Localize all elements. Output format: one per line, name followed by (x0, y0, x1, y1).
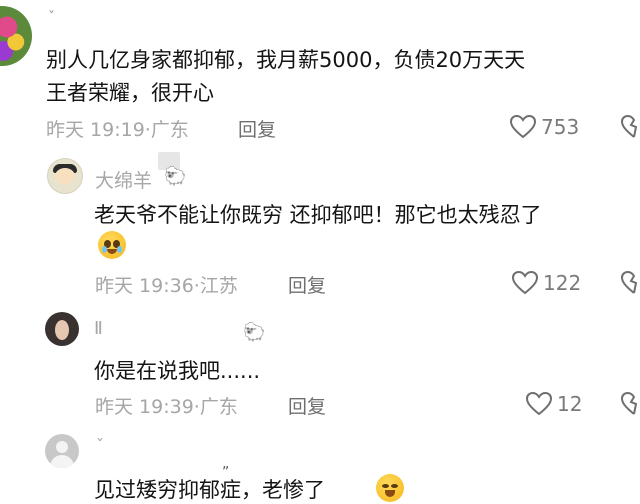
avatar[interactable] (0, 6, 32, 66)
comment-meta: 昨天 19:36·江苏 (95, 271, 238, 298)
avatar[interactable] (45, 312, 79, 346)
like-count: 12 (557, 392, 583, 416)
username[interactable]: 大绵羊 (95, 166, 152, 193)
location: 广东 (199, 396, 238, 418)
heart-outline-icon[interactable] (525, 391, 553, 416)
quote-marks: „ (222, 456, 230, 472)
broken-heart-icon[interactable] (620, 391, 640, 416)
comment-text: 你是在说我吧...... (94, 359, 261, 383)
comment-meta: 昨天 19:39·广东 (95, 392, 238, 419)
comment-text: 别人几亿身家都抑郁，我月薪5000，负债20万天天 (46, 48, 526, 72)
avatar[interactable] (45, 434, 79, 468)
timestamp: 昨天 19:39 (95, 396, 194, 418)
username-partial: ˇ (48, 10, 55, 26)
like-count: 122 (543, 271, 582, 295)
comment-text: 老天爷不能让你既穷 还抑郁吧！那它也太残忍了 (94, 203, 542, 227)
heart-outline-icon[interactable] (511, 270, 539, 295)
sheep-emoji: 🐑 (243, 322, 266, 343)
heart-outline-icon[interactable] (509, 114, 537, 139)
timestamp: 昨天 19:36 (95, 275, 194, 297)
location: 广东 (150, 119, 189, 141)
pleading-face-emoji (98, 231, 126, 259)
comment-text: 见过矮穷抑郁症，老惨了 (94, 478, 325, 502)
reply-button[interactable]: 回复 (288, 392, 326, 419)
broken-heart-icon[interactable] (620, 270, 640, 295)
username-partial: ˇ (96, 436, 104, 455)
reply-button[interactable]: 回复 (238, 115, 276, 142)
comment-text-line2: 王者荣耀，很开心 (46, 81, 214, 105)
location: 江苏 (199, 275, 238, 297)
username-partial: Ⅱ (94, 318, 103, 339)
reply-button[interactable]: 回复 (288, 271, 326, 298)
broken-heart-icon[interactable] (620, 114, 640, 139)
avatar[interactable] (47, 158, 83, 194)
sweat-smile-emoji (376, 474, 404, 502)
comment-meta: 昨天 19:19·广东 (46, 115, 189, 142)
sheep-emoji: 🐑 (164, 166, 187, 187)
like-count: 753 (541, 115, 580, 139)
timestamp: 昨天 19:19 (46, 119, 145, 141)
